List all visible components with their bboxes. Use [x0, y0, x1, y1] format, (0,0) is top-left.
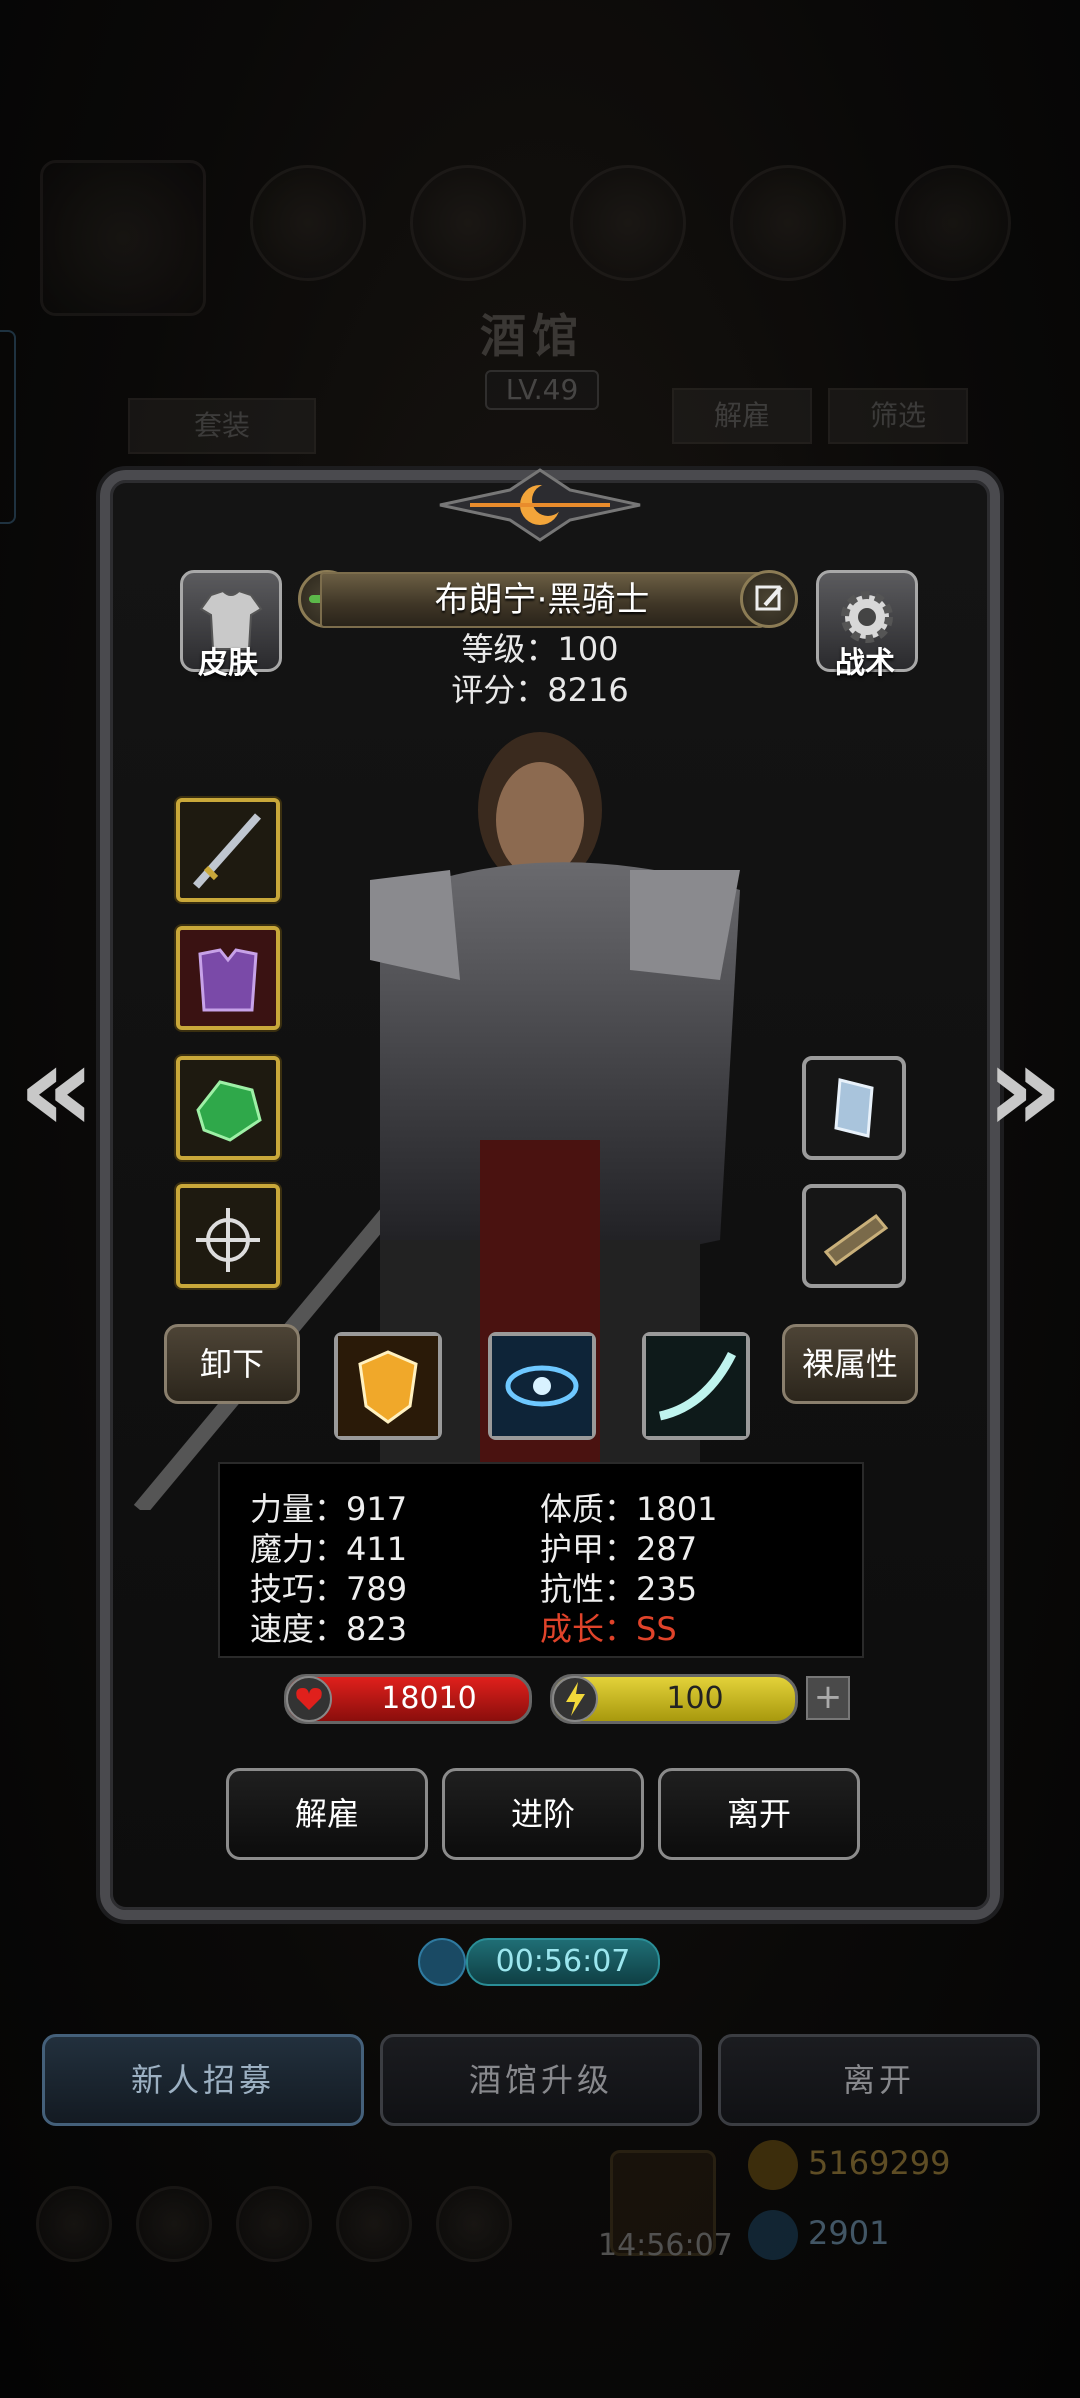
dismiss-tab-button[interactable]: 解雇	[672, 388, 812, 444]
emerald-icon	[196, 1080, 262, 1142]
unequip-button[interactable]: 卸下	[164, 1324, 300, 1404]
hp-value: 18010	[381, 1681, 477, 1716]
timer-clock-icon	[418, 1938, 466, 1986]
slash-skill-icon	[646, 1336, 746, 1436]
book-icon	[834, 1078, 874, 1138]
armor-icon	[198, 948, 258, 1012]
next-hero-arrow-icon[interactable]: »	[986, 1030, 1064, 1150]
gem-icon	[748, 2210, 798, 2260]
dismiss-hero-button[interactable]: 解雇	[226, 1768, 428, 1860]
tavern-menu-icon-2[interactable]	[410, 165, 526, 281]
sword-icon	[193, 813, 261, 889]
crest-ornament-icon	[439, 468, 641, 542]
armor-slot[interactable]	[176, 926, 280, 1030]
gift-timer: 14:56:07	[598, 2228, 733, 2263]
close-dialog-button[interactable]: 离开	[658, 1768, 860, 1860]
gold-coin-icon	[748, 2140, 798, 2190]
edit-icon	[755, 585, 783, 611]
stats-panel: 力量：917 魔力：411 技巧：789 速度：823 体质：1801 护甲：2…	[218, 1462, 864, 1658]
recruit-button[interactable]: 新人招募	[42, 2034, 364, 2126]
tavern-upgrade-button[interactable]: 酒馆升级	[380, 2034, 702, 2126]
bracer-icon	[823, 1213, 889, 1267]
weapon-slot[interactable]	[176, 798, 280, 902]
tavern-timer: 00:56:07	[466, 1938, 660, 1986]
gem-slot[interactable]	[176, 1056, 280, 1160]
tavern-title: 酒馆	[480, 309, 584, 363]
advance-hero-button[interactable]: 进阶	[442, 1768, 644, 1860]
lightning-icon	[552, 1676, 598, 1722]
bottom-menu-icon-1[interactable]	[36, 2186, 112, 2262]
left-edge-tab[interactable]	[0, 330, 16, 524]
energy-value: 100	[666, 1681, 724, 1716]
amulet-slot[interactable]	[176, 1184, 280, 1288]
tavern-level-badge: LV.49	[485, 370, 599, 410]
gold-amount: 5169299	[808, 2144, 951, 2182]
hero-name: 布朗宁·黑骑士	[320, 572, 764, 628]
shield-skill-icon	[338, 1336, 438, 1436]
tavern-menu-icon-1[interactable]	[250, 165, 366, 281]
base-attributes-button[interactable]: 裸属性	[782, 1324, 918, 1404]
tavern-menu-icon-4[interactable]	[730, 165, 846, 281]
skin-label: 皮肤	[198, 646, 258, 681]
bottom-menu-icon-2[interactable]	[136, 2186, 212, 2262]
stat-speed: 速度：823	[250, 1610, 408, 1648]
hero-level: 等级：100	[461, 630, 619, 668]
heart-icon	[286, 1676, 332, 1722]
rename-button[interactable]	[740, 570, 798, 628]
hero-score: 评分：8216	[451, 671, 629, 709]
bottom-menu-icon-4[interactable]	[336, 2186, 412, 2262]
amulet-icon	[196, 1208, 260, 1272]
prev-hero-arrow-icon[interactable]: «	[18, 1030, 96, 1150]
filter-tab-button[interactable]: 筛选	[828, 388, 968, 444]
tavern-avatar-icon[interactable]	[40, 160, 206, 316]
stat-growth: 成长：SS	[540, 1610, 677, 1648]
bottom-menu-icon-3[interactable]	[236, 2186, 312, 2262]
tavern-leave-button[interactable]: 离开	[718, 2034, 1040, 2126]
skill-slot-3[interactable]	[642, 1332, 750, 1440]
set-tab-button[interactable]: 套装	[128, 398, 316, 454]
skill-slot-2[interactable]	[488, 1332, 596, 1440]
skill-slot-1[interactable]	[334, 1332, 442, 1440]
bracer-slot[interactable]	[802, 1184, 906, 1288]
tavern-menu-icon-3[interactable]	[570, 165, 686, 281]
gem-amount: 2901	[808, 2214, 890, 2252]
tavern-menu-icon-5[interactable]	[895, 165, 1011, 281]
add-energy-button[interactable]: +	[806, 1676, 850, 1720]
tactics-label: 战术	[835, 646, 895, 681]
eye-skill-icon	[492, 1336, 592, 1436]
bottom-menu-icon-5[interactable]	[436, 2186, 512, 2262]
book-slot[interactable]	[802, 1056, 906, 1160]
